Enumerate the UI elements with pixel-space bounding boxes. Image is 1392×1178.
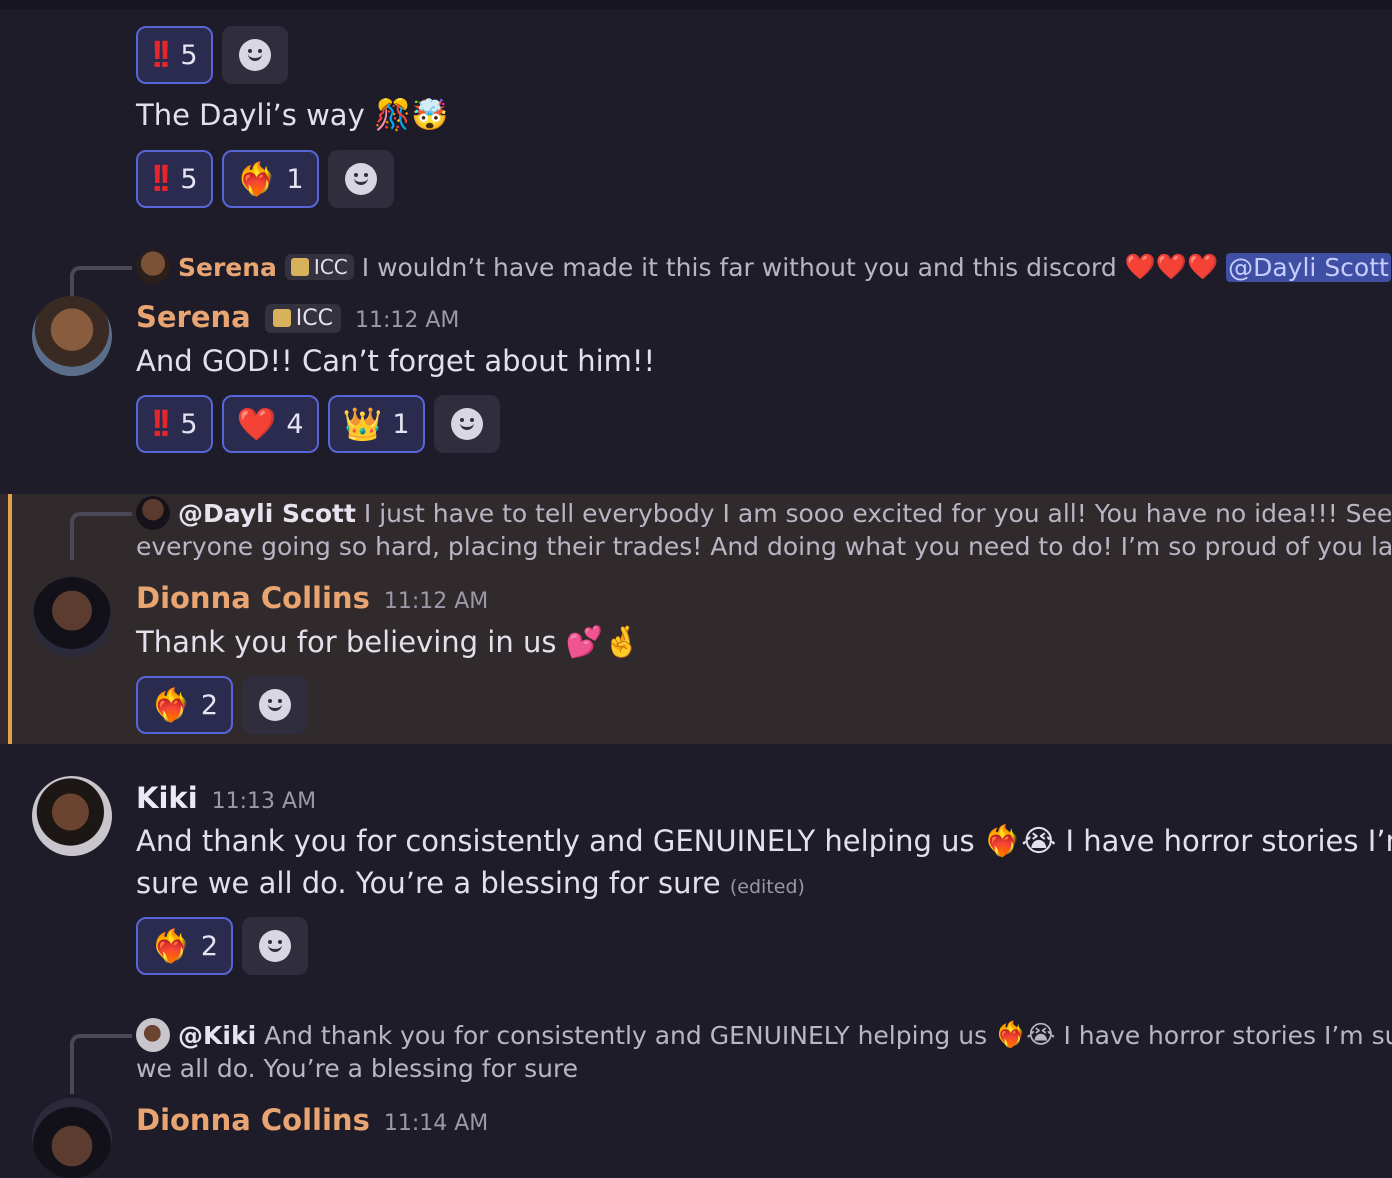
- username[interactable]: Dionna Collins: [136, 581, 370, 615]
- timestamp: 11:13 AM: [212, 789, 316, 814]
- reaction-bar: !! 5: [136, 26, 288, 84]
- message-header: Dionna Collins 11:14 AM: [136, 1103, 488, 1137]
- message-text: And GOD!! Can’t forget about him!!: [136, 340, 655, 382]
- reaction-double-exclamation[interactable]: !! 5: [136, 150, 213, 208]
- heart-on-fire-crying-emoji: ❤️‍🔥😭: [984, 824, 1056, 859]
- add-reaction-button[interactable]: [222, 26, 288, 84]
- heart-on-fire-icon: ❤️‍🔥: [237, 163, 277, 195]
- user-mention[interactable]: @Kiki: [178, 1021, 256, 1050]
- message-header: Dionna Collins 11:12 AM: [136, 581, 488, 615]
- smiley-add-reaction-icon: [259, 930, 291, 962]
- reply-preview-line2: we all do. You’re a blessing for sure: [136, 1054, 578, 1083]
- username[interactable]: Dionna Collins: [136, 1103, 370, 1137]
- reaction-bar: ❤️‍🔥 2: [136, 676, 308, 734]
- avatar-mini: [136, 496, 170, 530]
- reply-author[interactable]: Serena: [178, 253, 277, 282]
- reaction-count: 4: [286, 409, 303, 440]
- double-exclamation-icon: !!: [151, 158, 166, 201]
- add-reaction-button[interactable]: [242, 676, 308, 734]
- avatar[interactable]: [32, 296, 112, 376]
- hearts-crossed-fingers-emoji: 💕🤞: [566, 625, 641, 660]
- reaction-double-exclamation[interactable]: !! 5: [136, 395, 213, 453]
- message-text: And thank you for consistently and GENUI…: [136, 820, 1392, 863]
- reply-preview-line2: everyone going so hard, placing their tr…: [136, 532, 1392, 561]
- reaction-heart-on-fire[interactable]: ❤️‍🔥 1: [222, 150, 319, 208]
- mention-highlight-bar: [8, 494, 12, 744]
- confetti-mindblown-emoji: 🎊🤯: [374, 98, 449, 133]
- heart-on-fire-crying-emoji: ❤️‍🔥😭: [995, 1020, 1055, 1050]
- smiley-add-reaction-icon: [259, 689, 291, 721]
- edited-label: (edited): [730, 876, 805, 898]
- avatar-mini: [136, 1018, 170, 1052]
- reply-text: we all do. You’re a blessing for sure: [136, 1054, 578, 1083]
- heart-on-fire-icon: ❤️‍🔥: [151, 689, 191, 721]
- reaction-heart-on-fire[interactable]: ❤️‍🔥 2: [136, 917, 233, 975]
- reaction-bar: !! 5 ❤️‍🔥 1: [136, 150, 394, 208]
- user-mention[interactable]: @Dayli Scott: [178, 499, 356, 528]
- double-exclamation-icon: !!: [151, 403, 166, 446]
- reaction-bar: !! 5 ❤️ 4 👑 1: [136, 395, 500, 453]
- add-reaction-button[interactable]: [328, 150, 394, 208]
- timestamp: 11:12 AM: [355, 308, 459, 333]
- timestamp: 11:12 AM: [384, 589, 488, 614]
- channel-top-divider: [0, 0, 1392, 9]
- message-text: Thank you for believing in us 💕🤞: [136, 621, 640, 664]
- add-reaction-button[interactable]: [242, 917, 308, 975]
- message-header: Kiki 11:13 AM: [136, 781, 316, 815]
- message-text-line2: sure we all do. You’re a blessing for su…: [136, 862, 805, 908]
- reply-text: I have horror stories I’m sure: [1063, 1021, 1392, 1050]
- reply-text: And thank you for consistently and GENUI…: [264, 1021, 987, 1050]
- message-body: sure we all do. You’re a blessing for su…: [136, 866, 721, 900]
- reaction-count: 1: [286, 164, 303, 195]
- reply-text: everyone going so hard, placing their tr…: [136, 532, 1392, 561]
- reaction-count: 2: [201, 931, 218, 962]
- smiley-add-reaction-icon: [345, 163, 377, 195]
- message-body: Thank you for believing in us: [136, 625, 556, 659]
- avatar-mini: [136, 250, 170, 284]
- username[interactable]: Kiki: [136, 781, 198, 815]
- reaction-count: 1: [392, 409, 409, 440]
- reply-spine: [70, 512, 132, 560]
- reaction-bar: ❤️‍🔥 2: [136, 917, 308, 975]
- server-tag-icon: [273, 309, 291, 327]
- reaction-red-heart[interactable]: ❤️ 4: [222, 395, 319, 453]
- double-exclamation-icon: !!: [151, 34, 166, 77]
- reaction-crown[interactable]: 👑 1: [328, 395, 425, 453]
- reaction-heart-on-fire[interactable]: ❤️‍🔥 2: [136, 676, 233, 734]
- message-body: And thank you for consistently and GENUI…: [136, 824, 975, 858]
- reply-text: I just have to tell everybody I am sooo …: [364, 499, 1392, 528]
- red-heart-icon: ❤️: [237, 408, 277, 440]
- heart-on-fire-icon: ❤️‍🔥: [151, 930, 191, 962]
- server-tag: ICC: [285, 254, 354, 280]
- add-reaction-button[interactable]: [434, 395, 500, 453]
- message-header: Serena ICC 11:12 AM: [136, 300, 459, 334]
- server-tag: ICC: [265, 304, 341, 333]
- reaction-count: 5: [180, 40, 197, 71]
- reaction-count: 2: [201, 690, 218, 721]
- smiley-add-reaction-icon: [239, 39, 271, 71]
- smiley-add-reaction-icon: [451, 408, 483, 440]
- server-tag-label: ICC: [314, 255, 348, 279]
- reaction-double-exclamation[interactable]: !! 5: [136, 26, 213, 84]
- message-text: The Dayli’s way 🎊🤯: [136, 94, 449, 137]
- crown-icon: 👑: [343, 408, 383, 440]
- reply-spine: [70, 1034, 132, 1094]
- server-tag-label: ICC: [296, 306, 333, 331]
- reaction-count: 5: [180, 164, 197, 195]
- message-body: I have horror stories I’m: [1066, 824, 1392, 858]
- reaction-count: 5: [180, 409, 197, 440]
- red-hearts-emoji: ❤️❤️❤️: [1125, 252, 1218, 282]
- reply-preview[interactable]: @Dayli Scott I just have to tell everybo…: [136, 496, 1392, 530]
- server-tag-icon: [291, 258, 309, 276]
- reply-text: I wouldn’t have made it this far without…: [362, 253, 1117, 282]
- timestamp: 11:14 AM: [384, 1111, 488, 1136]
- reply-preview[interactable]: Serena ICC I wouldn’t have made it this …: [136, 250, 1391, 284]
- avatar[interactable]: [32, 776, 112, 856]
- avatar[interactable]: [32, 577, 112, 657]
- reply-preview[interactable]: @Kiki And thank you for consistently and…: [136, 1018, 1392, 1052]
- user-mention[interactable]: @Dayli Scott: [1226, 253, 1391, 282]
- message-body: The Dayli’s way: [136, 98, 365, 132]
- avatar[interactable]: [32, 1098, 112, 1178]
- username[interactable]: Serena: [136, 300, 251, 334]
